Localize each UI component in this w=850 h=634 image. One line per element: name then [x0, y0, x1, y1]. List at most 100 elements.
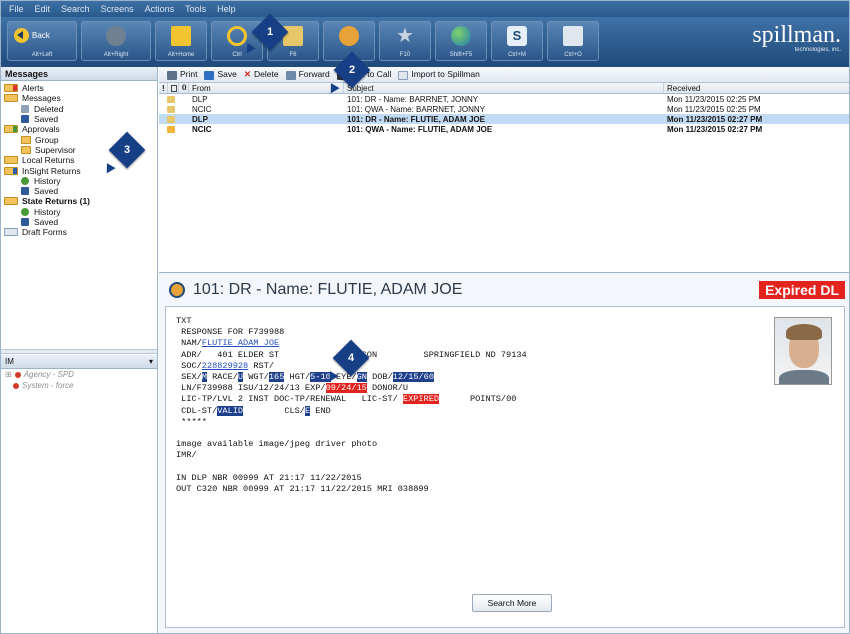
menu-search[interactable]: Search	[61, 4, 90, 14]
tree-item-state-history[interactable]: History	[1, 207, 157, 217]
menu-edit[interactable]: Edit	[35, 4, 51, 14]
back-button[interactable]: Back Alt+Left	[7, 21, 77, 61]
received-column-header[interactable]: Received	[664, 83, 849, 93]
message-list-header: ! 𝟎 From Subject Received	[159, 83, 849, 94]
form-hint: Ctrl+O	[564, 52, 582, 58]
import-label: Import to Spillman	[411, 69, 480, 80]
text-line: CLS/	[243, 405, 305, 416]
delete-x-icon: ✕	[243, 69, 251, 79]
tree-label: Messages	[22, 93, 61, 104]
mail-hint: F6	[289, 52, 297, 58]
row-from: NCIC	[192, 124, 212, 134]
delete-button[interactable]: ✕ Delete	[244, 69, 279, 80]
text-line: NAM/	[176, 338, 202, 349]
save-button[interactable]: Save	[204, 69, 237, 80]
subject-column-header[interactable]: Subject	[344, 83, 664, 93]
tree-item-insight-history[interactable]: History	[1, 176, 157, 186]
priority-column-header[interactable]: !	[159, 83, 168, 93]
print-button[interactable]: Print	[167, 69, 198, 80]
globe-button[interactable]: Shift+F5	[435, 21, 487, 61]
expand-icon[interactable]: ⊞	[5, 370, 12, 379]
menu-tools[interactable]: Tools	[185, 4, 206, 14]
save-arrow-icon	[204, 70, 215, 80]
star-icon: ★	[396, 25, 414, 47]
message-row-selected[interactable]: DLP 101: DR - Name: FLUTIE, ADAM JOE Mon…	[159, 114, 849, 124]
tree-item-state-returns[interactable]: State Returns (1)	[1, 196, 157, 206]
dropdown-arrow-icon[interactable]: ▾	[149, 357, 153, 366]
tree-item-draft-forms[interactable]: Draft Forms	[1, 227, 157, 237]
tree-item-insight-returns[interactable]: InSight Returns	[1, 165, 157, 176]
tree-item-deleted[interactable]: Deleted	[1, 104, 157, 114]
main-area: Print Save ✕ Delete Forward Add to Call I…	[159, 67, 849, 633]
from-column-header[interactable]: From	[189, 83, 344, 93]
text-line: RACE/	[206, 372, 238, 383]
tree-item-approvals[interactable]: Approvals	[1, 124, 157, 134]
offline-status-icon	[13, 382, 19, 389]
forward-button[interactable]: Alt+Right	[81, 21, 151, 61]
attachment-column-header[interactable]: 𝟎	[179, 83, 189, 93]
main-toolbar: Back Alt+Left Alt+Right Alt+Home Ctrl F6…	[1, 17, 849, 67]
name-link[interactable]: FLUTIE ADAM JOE	[202, 338, 279, 348]
tree-item-state-saved[interactable]: Saved	[1, 217, 157, 227]
s-hint: Ctrl+M	[508, 52, 526, 58]
tree-label: Deleted	[34, 103, 64, 114]
menu-screens[interactable]: Screens	[101, 4, 134, 14]
home-hint: Alt+Home	[167, 52, 195, 58]
im-item-agency[interactable]: ⊞ Agency - SPD	[1, 369, 157, 380]
tree-item-saved[interactable]: Saved	[1, 114, 157, 124]
message-detail: 101: DR - Name: FLUTIE, ADAM JOE Expired…	[159, 273, 849, 633]
search-icon	[227, 26, 247, 46]
callout-number: 1	[266, 26, 274, 38]
message-row[interactable]: DLP 101: DR - Name: BARRNET, JONNY Mon 1…	[159, 94, 849, 104]
menu-file[interactable]: File	[9, 4, 24, 14]
tree-item-messages[interactable]: Messages	[1, 93, 157, 103]
draft-forms-icon	[4, 228, 18, 237]
insight-folder-icon	[4, 166, 18, 175]
application-window: File Edit Search Screens Actions Tools H…	[0, 0, 850, 634]
logo-text: spillman.	[752, 22, 841, 48]
menu-actions[interactable]: Actions	[145, 4, 175, 14]
tree-label: InSight Returns	[22, 165, 81, 176]
text-line: image available image/jpeg driver photo	[176, 439, 378, 450]
message-list: ! 𝟎 From Subject Received DLP 101: DR - …	[159, 83, 849, 273]
globe-hint: Shift+F5	[449, 52, 473, 58]
tree-item-alerts[interactable]: Alerts	[1, 83, 157, 93]
im-item-system[interactable]: System - force	[1, 380, 157, 391]
message-body: TXT RESPONSE FOR F739988 NAM/FLUTIE ADAM…	[165, 306, 845, 628]
panel-splitter[interactable]	[1, 349, 157, 354]
favorites-button[interactable]: ★ F10	[379, 21, 431, 61]
message-row[interactable]: NCIC 101: QWA - Name: BARRNET, JONNY Mon…	[159, 104, 849, 114]
menu-help[interactable]: Help	[217, 4, 236, 14]
back-hint: Alt+Left	[31, 52, 53, 58]
spillman-s-button[interactable]: S Ctrl+M	[491, 21, 543, 61]
im-agency-label: Agency - SPD	[23, 370, 74, 379]
print-label: Print	[180, 69, 198, 80]
import-to-spillman-button[interactable]: Import to Spillman	[398, 69, 480, 80]
forms-button[interactable]: Ctrl+O	[547, 21, 599, 61]
row-subject: 101: QWA - Name: FLUTIE, ADAM JOE	[347, 124, 493, 134]
text-line: RST/	[248, 360, 275, 371]
document-icon	[171, 84, 177, 92]
im-panel-header: IM ▾	[1, 355, 157, 369]
save-disk-icon	[21, 115, 29, 124]
dob-value: 12/15/60	[392, 372, 434, 383]
person-search-icon	[339, 26, 359, 46]
search-more-button[interactable]: Search More	[472, 594, 552, 612]
forward-button[interactable]: Forward	[285, 69, 330, 80]
type-column-header[interactable]	[168, 83, 179, 93]
folder-icon	[4, 94, 18, 103]
logo-subtext: technologies, inc.	[794, 47, 841, 53]
tree-label: History	[34, 175, 61, 186]
text-line: CDL-ST/	[176, 405, 218, 416]
eye-value: GN	[356, 372, 367, 383]
tree-item-insight-saved[interactable]: Saved	[1, 186, 157, 196]
expiration-value: 09/24/15	[325, 383, 367, 394]
driver-photo[interactable]	[774, 317, 832, 385]
text-line: SEX/	[176, 372, 202, 383]
globe-icon	[451, 26, 471, 46]
soc-link[interactable]: 228829928	[202, 361, 248, 371]
license-status-value: EXPIRED	[402, 394, 440, 405]
message-row[interactable]: NCIC 101: QWA - Name: FLUTIE, ADAM JOE M…	[159, 124, 849, 134]
home-button[interactable]: Alt+Home	[155, 21, 207, 61]
person-icon	[169, 281, 185, 298]
